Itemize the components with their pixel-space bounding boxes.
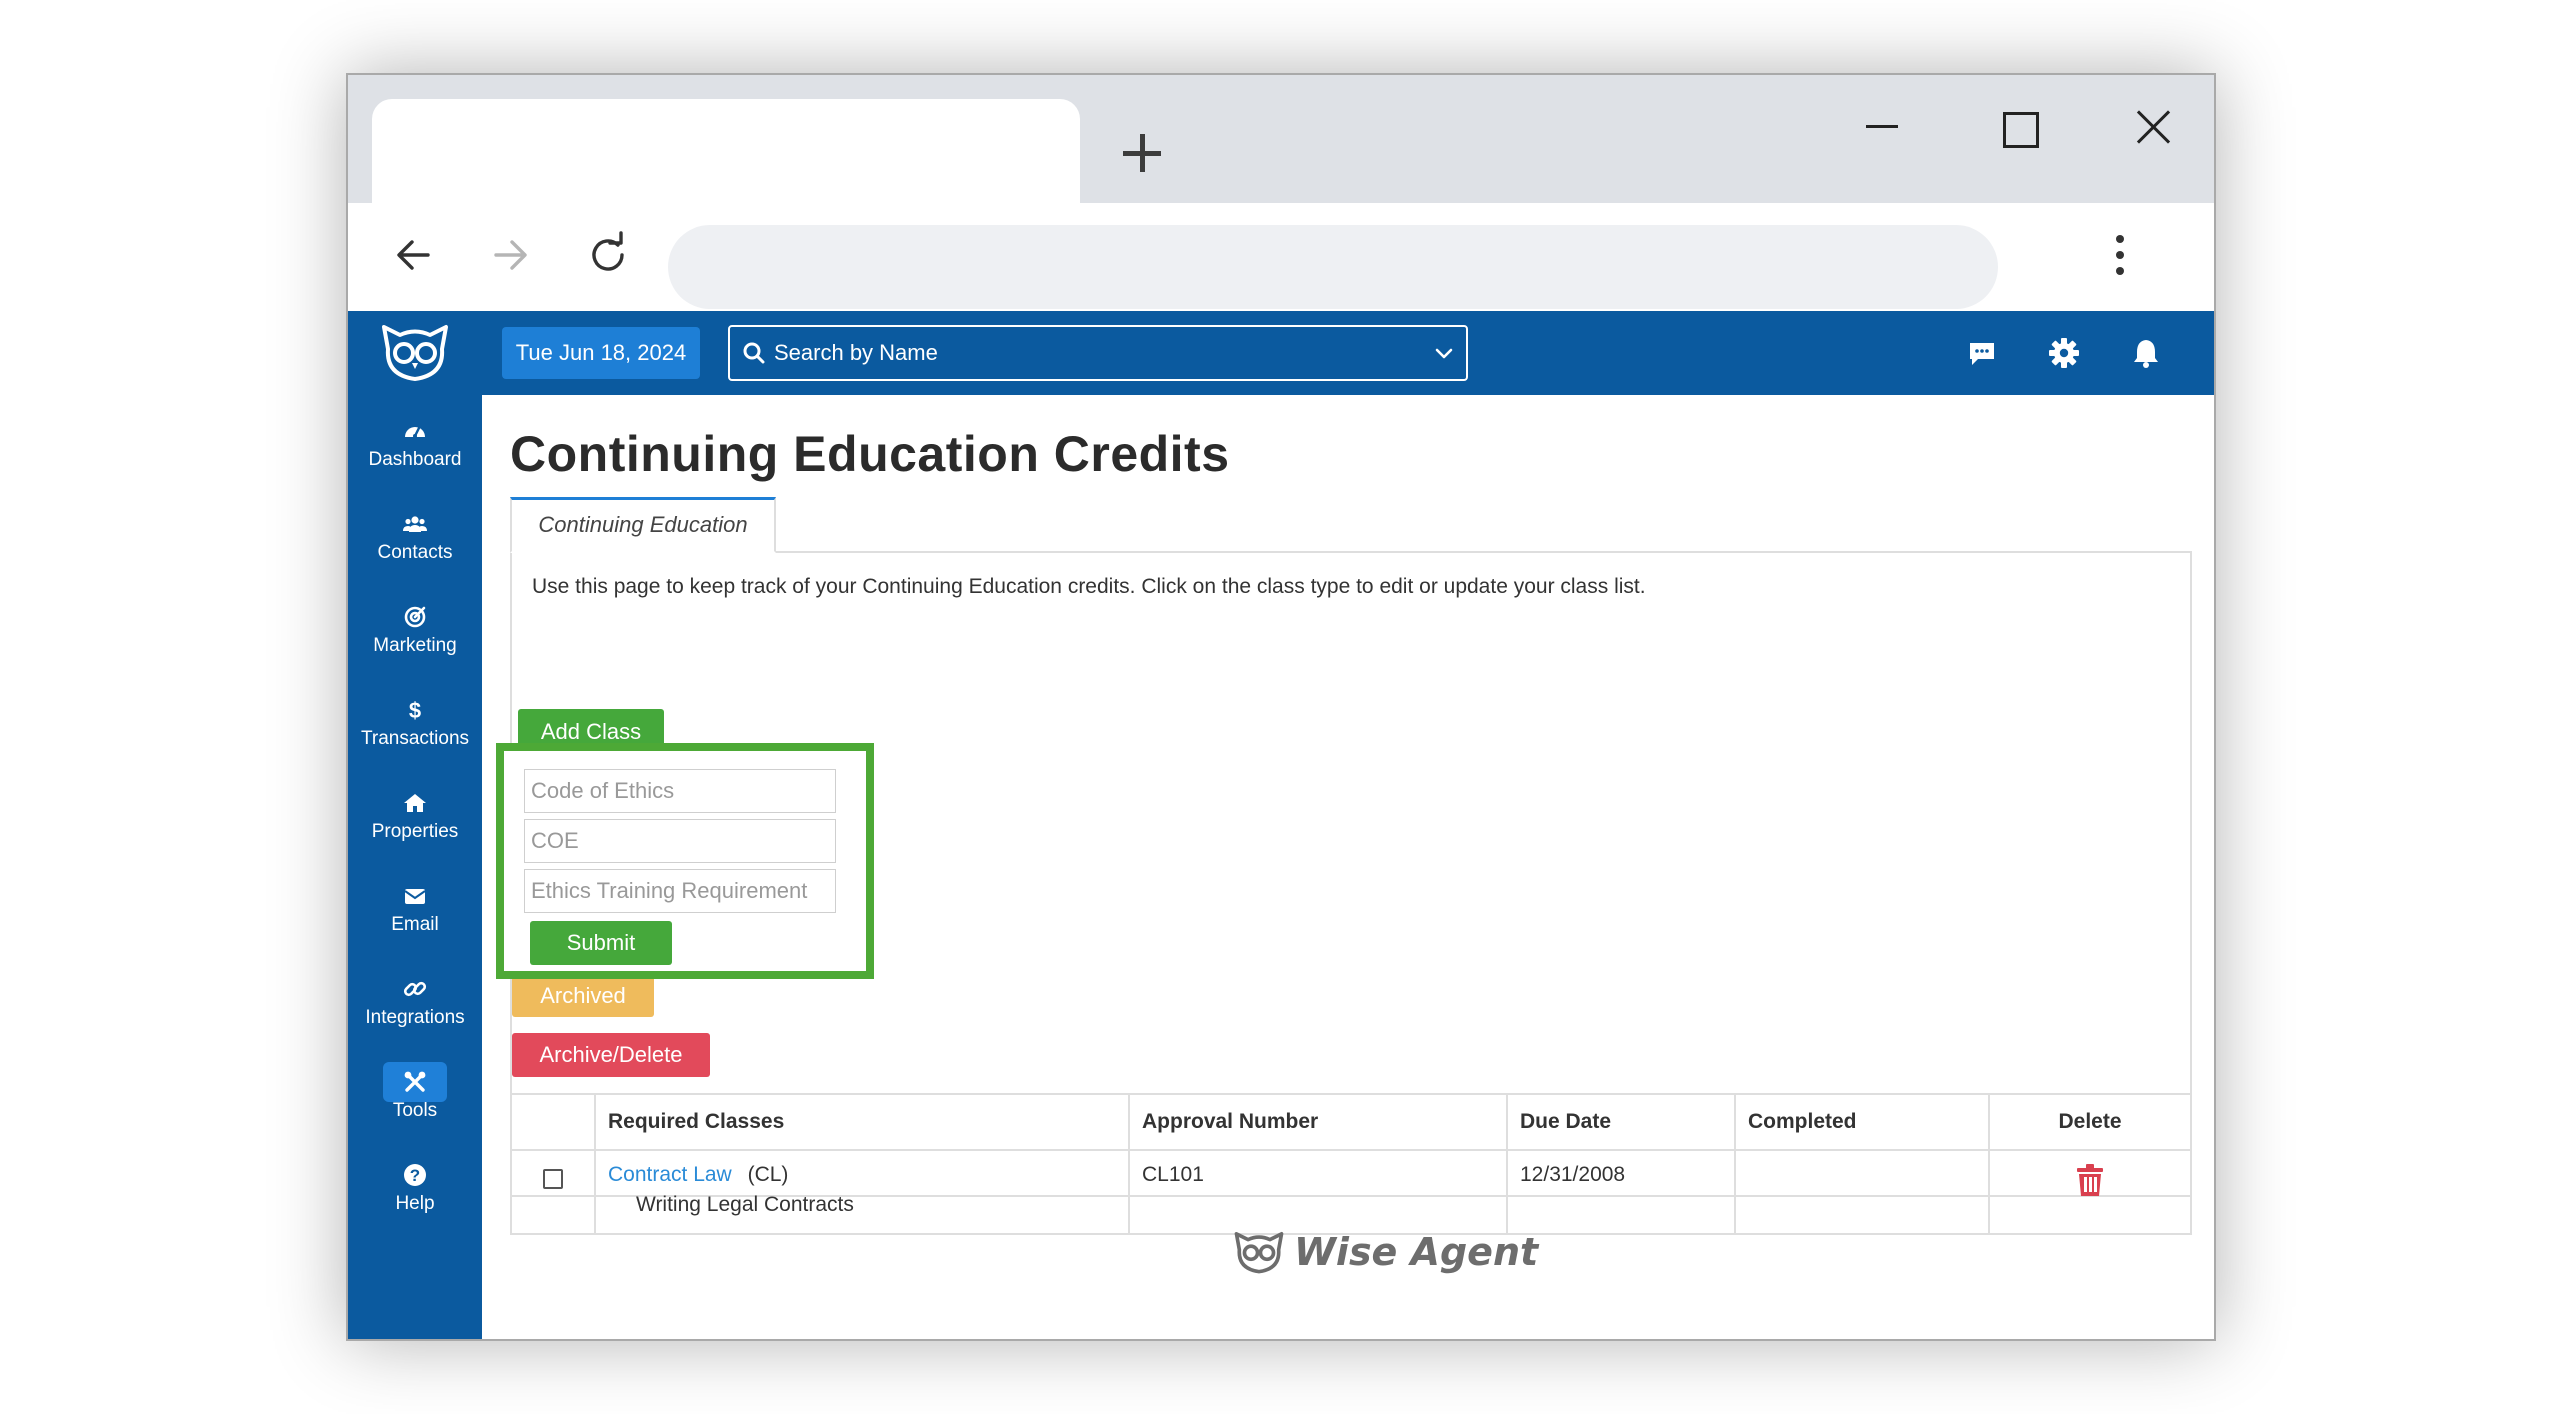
tab-continuing-education[interactable]: Continuing Education (510, 497, 776, 553)
sidebar-item-help[interactable]: ? Help (348, 1151, 482, 1233)
dashboard-icon (348, 407, 482, 443)
svg-text:$: $ (409, 698, 421, 722)
row-select-cell (510, 1149, 596, 1235)
header-select (510, 1093, 596, 1151)
back-arrow-icon[interactable] (384, 225, 444, 285)
minimize-icon[interactable] (1852, 97, 1912, 157)
header-delete: Delete (1988, 1093, 2192, 1151)
forward-arrow-icon[interactable] (480, 225, 540, 285)
header-approval-number: Approval Number (1128, 1093, 1508, 1151)
date-button[interactable]: Tue Jun 18, 2024 (502, 327, 700, 379)
sidebar-item-label: Transactions (360, 728, 470, 749)
sidebar-item-email[interactable]: Email (348, 872, 482, 954)
class-subtitle: Writing Legal Contracts (636, 1193, 854, 1216)
sidebar-item-label: Dashboard (368, 449, 462, 470)
address-bar[interactable] (668, 225, 1998, 309)
class-name-field[interactable] (524, 769, 836, 813)
approval-number-cell: CL101 (1128, 1149, 1508, 1235)
completed-cell (1734, 1149, 1990, 1235)
sidebar-item-contacts[interactable]: Contacts (348, 500, 482, 582)
chevron-down-icon (1435, 348, 1453, 359)
header-required-classes: Required Classes (594, 1093, 1130, 1151)
owl-logo-icon (1234, 1232, 1284, 1274)
archived-button[interactable]: Archived (512, 975, 654, 1017)
archive-delete-button[interactable]: Archive/Delete (512, 1033, 710, 1077)
svg-text:?: ? (410, 1166, 420, 1185)
header-completed: Completed (1734, 1093, 1990, 1151)
chat-icon[interactable] (1964, 335, 2000, 371)
help-icon: ? (348, 1151, 482, 1187)
browser-window: Dashboard Contacts Marketing $ Transacti… (346, 73, 2216, 1341)
maximize-icon[interactable] (1988, 97, 2048, 157)
footer-brand-text: Wise Agent (1294, 1230, 1539, 1274)
sidebar-item-label: Properties (371, 821, 459, 842)
class-description-field[interactable] (524, 869, 836, 913)
trash-icon[interactable] (2074, 1163, 2106, 1197)
new-tab-plus-icon[interactable] (1116, 127, 1168, 179)
class-code: (CL) (747, 1163, 789, 1186)
owl-logo-icon[interactable] (378, 319, 452, 385)
top-bar: Tue Jun 18, 2024 Search by Name (482, 311, 2214, 395)
class-link[interactable]: Contract Law (608, 1163, 732, 1186)
browser-tab[interactable] (372, 99, 1080, 203)
sidebar-item-label: Email (391, 914, 439, 935)
row-checkbox[interactable] (543, 1169, 563, 1189)
tools-icon (348, 1058, 482, 1102)
sidebar-item-label: Integrations (365, 1007, 465, 1028)
contacts-icon (348, 500, 482, 536)
due-date-cell: 12/31/2008 (1506, 1149, 1736, 1235)
sidebar-item-properties[interactable]: Properties (348, 779, 482, 861)
search-placeholder: Search by Name (774, 340, 938, 365)
sidebar-item-transactions[interactable]: $ Transactions (348, 686, 482, 768)
table-header-row: Required Classes Approval Number Due Dat… (510, 1093, 2192, 1151)
sidebar: Dashboard Contacts Marketing $ Transacti… (348, 311, 482, 1339)
browser-toolbar (348, 203, 2214, 311)
bell-icon[interactable] (2128, 335, 2164, 371)
search-input[interactable]: Search by Name (728, 325, 1468, 381)
link-icon (348, 965, 482, 1001)
envelope-icon (348, 872, 482, 908)
classes-table: Required Classes Approval Number Due Dat… (510, 1093, 2192, 1235)
sidebar-item-label: Marketing (373, 635, 457, 656)
sidebar-item-tools[interactable]: Tools (348, 1058, 482, 1140)
add-class-form-highlight: Submit (496, 743, 874, 979)
sidebar-item-integrations[interactable]: Integrations (348, 965, 482, 1047)
intro-text: Use this page to keep track of your Cont… (532, 575, 1646, 598)
home-icon (348, 779, 482, 815)
table-row: Contract Law (CL) Writing Legal Contract… (510, 1149, 2192, 1235)
dollar-icon: $ (348, 686, 482, 723)
kebab-menu-icon[interactable] (2090, 225, 2150, 285)
search-icon (743, 342, 765, 364)
submit-button[interactable]: Submit (530, 921, 672, 965)
delete-cell (1988, 1149, 2192, 1235)
header-due-date: Due Date (1506, 1093, 1736, 1151)
class-code-field[interactable] (524, 819, 836, 863)
required-class-cell: Contract Law (CL) Writing Legal Contract… (594, 1149, 1130, 1235)
reload-icon[interactable] (578, 225, 638, 285)
wise-agent-app: Dashboard Contacts Marketing $ Transacti… (348, 311, 2214, 1339)
sidebar-item-label: Help (395, 1193, 435, 1214)
sidebar-item-label: Contacts (377, 542, 453, 563)
sidebar-item-label: Tools (392, 1100, 438, 1121)
close-icon[interactable] (2124, 97, 2184, 157)
marketing-icon (348, 593, 482, 629)
footer-brand: Wise Agent (1232, 1227, 1538, 1277)
sidebar-item-marketing[interactable]: Marketing (348, 593, 482, 675)
gear-icon[interactable] (2046, 335, 2082, 371)
tab-strip (348, 75, 2214, 203)
main-content: Continuing Education Credits Continuing … (482, 395, 2214, 1339)
page-title: Continuing Education Credits (510, 426, 1230, 482)
sidebar-item-dashboard[interactable]: Dashboard (348, 407, 482, 489)
